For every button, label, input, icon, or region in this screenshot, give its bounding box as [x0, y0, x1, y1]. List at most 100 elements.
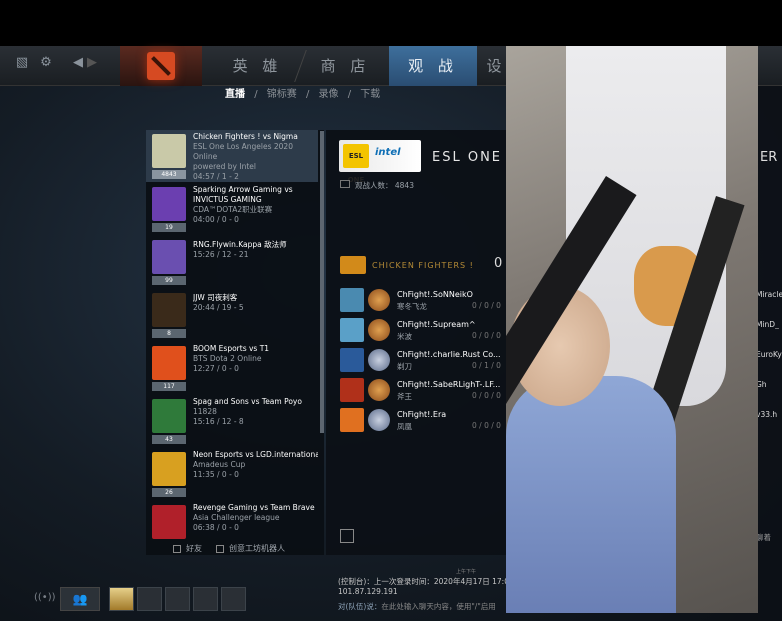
connection-status-icon[interactable]: ((•)) [34, 592, 56, 606]
forward-arrow-icon[interactable]: ▶ [84, 55, 100, 71]
party-members-button[interactable]: 👥 [60, 587, 100, 611]
viewer-count: 4843 [152, 170, 186, 179]
match-item[interactable]: 8 JJW 司夜刺客 20:44 / 19 - 5 [146, 289, 318, 341]
rank-medal-icon [368, 319, 390, 341]
player-row[interactable]: ChFight!.Supream^ 米波 0 / 0 / 0 [338, 318, 506, 344]
friends-filter-label: 好友 [186, 544, 202, 553]
chat-input[interactable]: 对(队伍)说：在此处输入聊天内容，使用"/"启用 [338, 601, 496, 612]
subnav-divider: / [254, 89, 258, 100]
empty-party-slot[interactable] [193, 587, 218, 611]
intel-logo: intel [375, 147, 401, 158]
player-hero: 斧王 [397, 392, 412, 401]
match-thumbnail [152, 293, 186, 327]
player-kda: 0 / 0 / 0 [472, 331, 501, 340]
qr-code-icon[interactable] [340, 529, 354, 543]
match-item[interactable]: 99 RNG.Flywin.Kappa 敌法师 15:26 / 12 - 21 [146, 236, 318, 288]
player-hero: 米波 [397, 332, 412, 341]
match-title: Sparking Arrow Gaming vs [193, 185, 293, 194]
live-match-list: 4843 Chicken Fighters ! vs Nigma ESL One… [146, 130, 324, 555]
right-player-name: Miracle [756, 290, 782, 299]
match-item[interactable]: 26 Neon Esports vs LGD.international Ama… [146, 448, 318, 500]
match-item[interactable]: 117 BOOM Esports vs T1 BTS Dota 2 Online… [146, 342, 318, 394]
team-name: CHICKEN FIGHTERS ! [372, 261, 474, 270]
hero-portrait [340, 378, 364, 402]
viewer-count: 43 [152, 435, 186, 444]
match-time-score: 11:35 / 0 - 0 [193, 470, 239, 479]
match-title-line2: INVICTUS GAMING [193, 195, 262, 204]
viewer-count: 26 [152, 488, 186, 497]
match-sponsor: powered by Intel [193, 162, 256, 171]
match-title: JJW 司夜刺客 [193, 293, 238, 302]
chat-ip-line: 101.87.129.191 [338, 587, 398, 596]
hero-portrait [340, 348, 364, 372]
hero-portrait [340, 318, 364, 342]
player-hero: 寒冬飞龙 [397, 302, 427, 311]
right-player-name: MinD_ [756, 320, 779, 329]
subnav-tournaments[interactable]: 锦标赛 [267, 89, 297, 100]
esl-logo: ESL ONE [343, 144, 369, 184]
rank-medal-icon [368, 379, 390, 401]
workshop-bots-filter-checkbox[interactable]: 创意工坊机器人 [216, 543, 285, 554]
hero-portrait [340, 408, 364, 432]
player-kda: 0 / 1 / 0 [472, 361, 501, 370]
match-item[interactable]: 19 Sparking Arrow Gaming vs INVICTUS GAM… [146, 183, 318, 235]
workshop-bots-filter-label: 创意工坊机器人 [229, 544, 285, 553]
viewer-count: 19 [152, 223, 186, 232]
match-time-score: 12:27 / 0 - 0 [193, 364, 239, 373]
dota-logo-button[interactable] [120, 46, 202, 86]
tab-learn[interactable]: 设 [482, 46, 506, 86]
match-time-score: 20:44 / 19 - 5 [193, 303, 244, 312]
match-league: CDA™DOTA2职业联赛 [193, 205, 273, 214]
player-name: ChFight!.Supream^ [397, 320, 476, 329]
match-item[interactable]: 4843 Chicken Fighters ! vs Nigma ESL One… [146, 130, 318, 182]
player-name: ChFight!.charlie.Rust Co... [397, 350, 501, 359]
match-thumbnail [152, 346, 186, 380]
viewer-count: 8 [152, 329, 186, 338]
tab-heroes[interactable]: 英 雄 [215, 46, 300, 86]
match-time-score: 06:38 / 0 - 0 [193, 523, 239, 532]
empty-party-slot[interactable] [137, 587, 162, 611]
match-thumbnail [152, 134, 186, 168]
chat-timestamp: 上午下午 [456, 569, 477, 575]
team-score: 0 [494, 256, 503, 271]
subnav-live[interactable]: 直播 [225, 89, 245, 100]
player-row[interactable]: ChFight!.SoNNeikO 寒冬飞龙 0 / 0 / 0 [338, 288, 506, 314]
match-league: ESL One Los Angeles 2020 Online [193, 142, 293, 161]
friends-filter-checkbox[interactable]: 好友 [173, 543, 202, 554]
subnav-replays[interactable]: 录像 [319, 89, 339, 100]
rank-medal-icon [368, 409, 390, 431]
subnav-downloads[interactable]: 下载 [360, 89, 380, 100]
match-list-scrollbar[interactable] [320, 131, 324, 433]
right-panel-footer: 聊着 [756, 533, 771, 542]
settings-panel-icon[interactable]: ▧ [14, 55, 30, 71]
webcam-overlay [506, 46, 758, 613]
rank-medal-icon [368, 349, 390, 371]
player-row[interactable]: ChFight!.Era 凤凰 0 / 0 / 0 [338, 408, 506, 434]
player-row[interactable]: ChFight!.charlie.Rust Co... 剃刀 0 / 1 / 0 [338, 348, 506, 374]
match-item[interactable]: 43 Spag and Sons vs Team Poyo 11828 15:1… [146, 395, 318, 447]
spectator-count-value: 4843 [394, 181, 414, 190]
tab-watch[interactable]: 观 战 [389, 46, 477, 86]
match-thumbnail [152, 505, 186, 539]
empty-party-slot[interactable] [165, 587, 190, 611]
esl-one-badge: ESL ONE intel [339, 140, 421, 184]
tv-icon [340, 180, 350, 188]
match-title: Revenge Gaming vs Team Brave [193, 503, 315, 512]
player-name: ChFight!.SoNNeikO [397, 290, 473, 299]
tab-store[interactable]: 商 店 [303, 46, 388, 86]
webcam-baby-body [506, 376, 676, 613]
match-league: Amadeus Cup [193, 460, 246, 469]
player-row[interactable]: ChFight!.SabeRLighT-.LF... 斧王 0 / 0 / 0 [338, 378, 506, 404]
player-avatar-slot[interactable] [109, 587, 134, 611]
player-hero: 剃刀 [397, 362, 412, 371]
match-time-score: 04:00 / 0 - 0 [193, 215, 239, 224]
right-panel-title: ER [760, 150, 778, 165]
tournament-title: ESL ONE L [432, 150, 518, 165]
team-logo [340, 256, 366, 274]
chat-channel-label: 对(队伍)说： [338, 602, 382, 611]
gear-icon[interactable]: ⚙ [38, 55, 54, 71]
hero-portrait [340, 288, 364, 312]
player-kda: 0 / 0 / 0 [472, 421, 501, 430]
empty-party-slot[interactable] [221, 587, 246, 611]
match-thumbnail [152, 240, 186, 274]
